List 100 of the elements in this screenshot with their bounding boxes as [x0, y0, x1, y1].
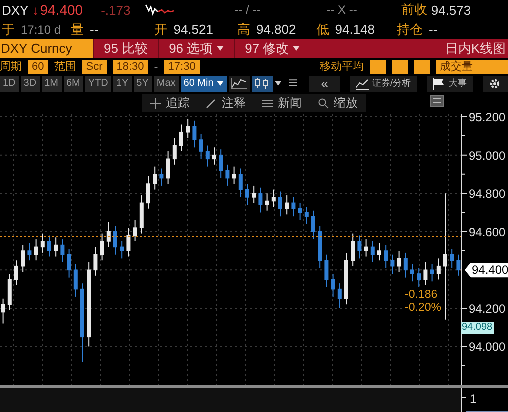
chart-type-button[interactable]	[252, 76, 273, 92]
candlestick	[404, 252, 408, 278]
range-button[interactable]: Max	[154, 76, 179, 92]
start-time-field[interactable]: 18:30	[112, 60, 148, 74]
caret-icon	[216, 81, 224, 86]
candlestick	[444, 193, 448, 320]
candlestick	[312, 210, 316, 240]
chart-type-button[interactable]	[228, 76, 250, 92]
range-mode-field[interactable]: Scr	[82, 60, 107, 74]
candlestick	[436, 258, 441, 280]
candlestick	[272, 189, 276, 208]
lower-axis	[462, 388, 466, 412]
tool-button[interactable]: 大事	[427, 76, 473, 92]
chart-title: 日内K线图	[445, 40, 507, 58]
candlestick	[338, 283, 342, 309]
axis-label: 95.000	[469, 148, 506, 163]
candlestick	[384, 244, 388, 269]
net-change: -.173	[101, 2, 131, 18]
end-time-field[interactable]: 17:30	[164, 60, 200, 74]
candlestick	[126, 228, 131, 258]
candlestick	[153, 166, 158, 190]
moving-average-field[interactable]	[370, 60, 386, 74]
security-field[interactable]: DXY Curncy	[0, 39, 93, 58]
candlestick	[100, 233, 104, 262]
stat-value: 94.521	[174, 22, 214, 37]
axis-label: 95.200	[469, 110, 506, 125]
low-marker-tag: 94.098	[461, 322, 494, 334]
candlestick	[34, 239, 38, 262]
axis-label: 94.600	[469, 225, 506, 240]
candlestick	[450, 248, 454, 269]
tool-button[interactable]: 证券/分析	[350, 76, 417, 92]
stat-label: 高	[237, 20, 250, 38]
down-arrow: ↓	[32, 2, 40, 18]
candlestick-icon	[254, 77, 270, 90]
candlestick	[246, 184, 250, 206]
back-button[interactable]: «	[309, 76, 340, 92]
candlestick	[424, 262, 428, 286]
candlestick	[146, 176, 150, 210]
range-button[interactable]: 1M	[42, 76, 62, 92]
chart-tool-button[interactable]: 注释	[198, 94, 254, 112]
candlestick	[28, 242, 32, 262]
candlestick	[212, 147, 216, 166]
candlestick	[21, 244, 26, 273]
candlestick	[219, 149, 224, 179]
axis-label: 94.200	[469, 302, 506, 316]
settings-icon	[489, 78, 502, 90]
candlestick	[172, 138, 177, 166]
candlestick	[324, 254, 329, 288]
interval-dropdown[interactable]: 60 Min	[180, 76, 227, 92]
axis-label: 94.800	[469, 187, 506, 202]
candlestick	[238, 168, 243, 198]
range-button[interactable]: 1Y	[113, 76, 132, 92]
candlestick	[186, 118, 190, 139]
last-price: 94.400	[40, 2, 84, 18]
range-button[interactable]: 5Y	[134, 76, 152, 92]
last-price-tag: 94.400	[465, 262, 508, 278]
bid-ask: -- / --	[234, 3, 261, 17]
candlestick	[456, 254, 461, 276]
table-icon	[288, 79, 298, 88]
range-button[interactable]: 3D	[20, 76, 40, 92]
candlestick	[48, 235, 52, 258]
candlestick	[397, 250, 402, 273]
stat-value: --	[90, 22, 99, 37]
candlestick	[304, 206, 309, 225]
candlestick	[40, 233, 45, 254]
candlestick	[331, 273, 336, 298]
candlestick	[417, 268, 422, 288]
candlestick	[258, 187, 263, 214]
period-field[interactable]: 60	[28, 60, 48, 74]
change-percent-label: -0.20%	[404, 302, 442, 316]
candlestick	[199, 134, 204, 160]
axis-label: 1	[470, 392, 477, 406]
range-button[interactable]: 6M	[64, 76, 84, 92]
candlestick	[94, 246, 98, 276]
candlestick	[67, 248, 72, 278]
candlestick	[265, 193, 270, 212]
moving-average-field[interactable]	[414, 60, 430, 74]
candlestick	[252, 185, 256, 204]
candlestick	[378, 242, 382, 262]
candlestick	[285, 195, 290, 216]
stat-label: 量	[71, 20, 84, 38]
range-button[interactable]: YTD	[85, 76, 112, 92]
candlestick	[226, 164, 230, 186]
moving-average-field[interactable]	[392, 60, 408, 74]
trade-size: -- X --	[326, 3, 358, 17]
candlestick	[180, 124, 184, 152]
stat-value: 94.148	[335, 22, 376, 37]
candlestick	[1, 298, 6, 324]
chart-tool-button[interactable]: 追踪	[142, 94, 198, 112]
candlestick	[351, 233, 356, 267]
chart-tool-button[interactable]: 缩放	[310, 94, 366, 112]
search-icon	[318, 98, 329, 108]
chart-tool-button[interactable]: 新闻	[254, 94, 310, 112]
range-button[interactable]: 1D	[0, 76, 19, 92]
pencil-icon	[206, 98, 217, 108]
settings-button[interactable]	[483, 76, 508, 92]
candlestick	[60, 239, 65, 264]
volume-field[interactable]: 成交量	[436, 60, 508, 74]
candlestick	[390, 254, 395, 274]
sparkline-icon	[144, 3, 175, 17]
